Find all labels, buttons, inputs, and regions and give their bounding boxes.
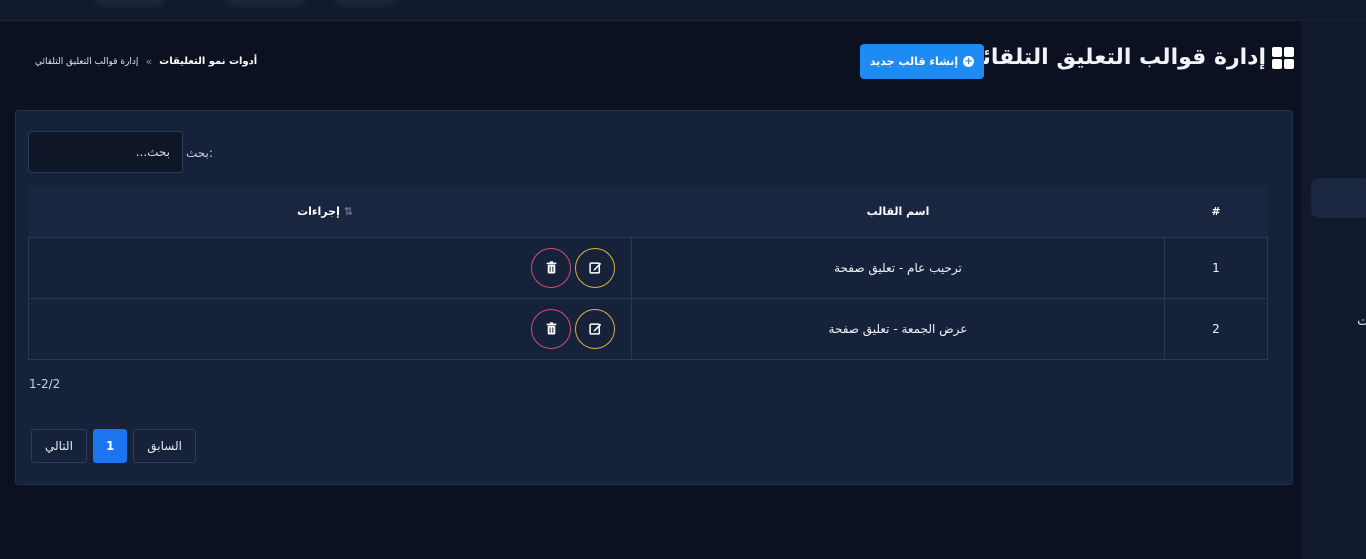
trash-icon — [546, 261, 556, 274]
pagination-range: 1-2/2 — [29, 377, 61, 391]
blurred-nav-item — [335, 0, 395, 6]
blurred-nav-item — [95, 0, 165, 6]
prev-page-button[interactable]: السابق — [133, 429, 196, 463]
next-page-button[interactable]: التالي — [31, 429, 87, 463]
current-page-button[interactable]: 1 — [92, 429, 128, 463]
edit-icon — [588, 323, 601, 335]
row-index: 1 — [1164, 236, 1268, 299]
column-header-actions-label: إجراءات — [297, 205, 340, 219]
templates-table: إجراءات ⇅ اسم القالب # ترحيب عام - تعليق… — [28, 187, 1268, 360]
edit-button[interactable] — [575, 308, 615, 349]
page-title-text: إدارة قوالب التعليق التلقائي — [960, 45, 1266, 70]
sidebar-active-item[interactable] — [1311, 178, 1366, 218]
breadcrumb: أدوات نمو التعليقات » إدارة قوالب التعلي… — [35, 55, 257, 68]
search-input[interactable] — [28, 131, 183, 173]
breadcrumb-current: إدارة قوالب التعليق التلقائي — [35, 56, 139, 67]
row-actions-cell — [28, 297, 632, 360]
edit-icon — [588, 262, 601, 274]
sidebar-partial-label[interactable]: ت — [1357, 313, 1366, 329]
table-row: ترحيب عام - تعليق صفحة 1 — [28, 236, 1268, 299]
breadcrumb-separator: » — [145, 55, 153, 68]
row-index: 2 — [1164, 297, 1268, 360]
templates-card: بحث: إجراءات ⇅ اسم القالب # — [15, 110, 1293, 485]
delete-button[interactable] — [531, 308, 571, 349]
breadcrumb-parent-link[interactable]: أدوات نمو التعليقات — [159, 56, 257, 67]
delete-button[interactable] — [531, 247, 571, 288]
pagination: التالي 1 السابق — [31, 429, 196, 463]
search-label: بحث: — [186, 146, 213, 160]
row-template-name: عرض الجمعة - تعليق صفحة — [631, 297, 1165, 360]
edit-button[interactable] — [575, 247, 615, 288]
column-header-actions[interactable]: إجراءات ⇅ — [29, 187, 632, 237]
row-template-name: ترحيب عام - تعليق صفحة — [631, 236, 1165, 299]
row-actions-cell — [28, 236, 632, 299]
table-header-row: إجراءات ⇅ اسم القالب # — [28, 187, 1268, 237]
column-header-index[interactable]: # — [1165, 187, 1268, 237]
right-sidebar: ت — [1302, 21, 1366, 559]
create-template-label: إنشاء قالب جديد — [869, 55, 959, 68]
plus-circle-icon: + — [963, 56, 975, 67]
top-navbar — [0, 0, 1366, 21]
column-header-name[interactable]: اسم القالب — [632, 187, 1165, 237]
page-title: إدارة قوالب التعليق التلقائي — [960, 45, 1294, 70]
sort-icon[interactable]: ⇅ — [344, 205, 353, 218]
table-row: عرض الجمعة - تعليق صفحة 2 — [28, 297, 1268, 360]
blurred-nav-item — [225, 0, 305, 6]
trash-icon — [546, 322, 556, 335]
create-template-button[interactable]: + إنشاء قالب جديد — [860, 44, 984, 79]
grid-icon — [1272, 46, 1294, 69]
